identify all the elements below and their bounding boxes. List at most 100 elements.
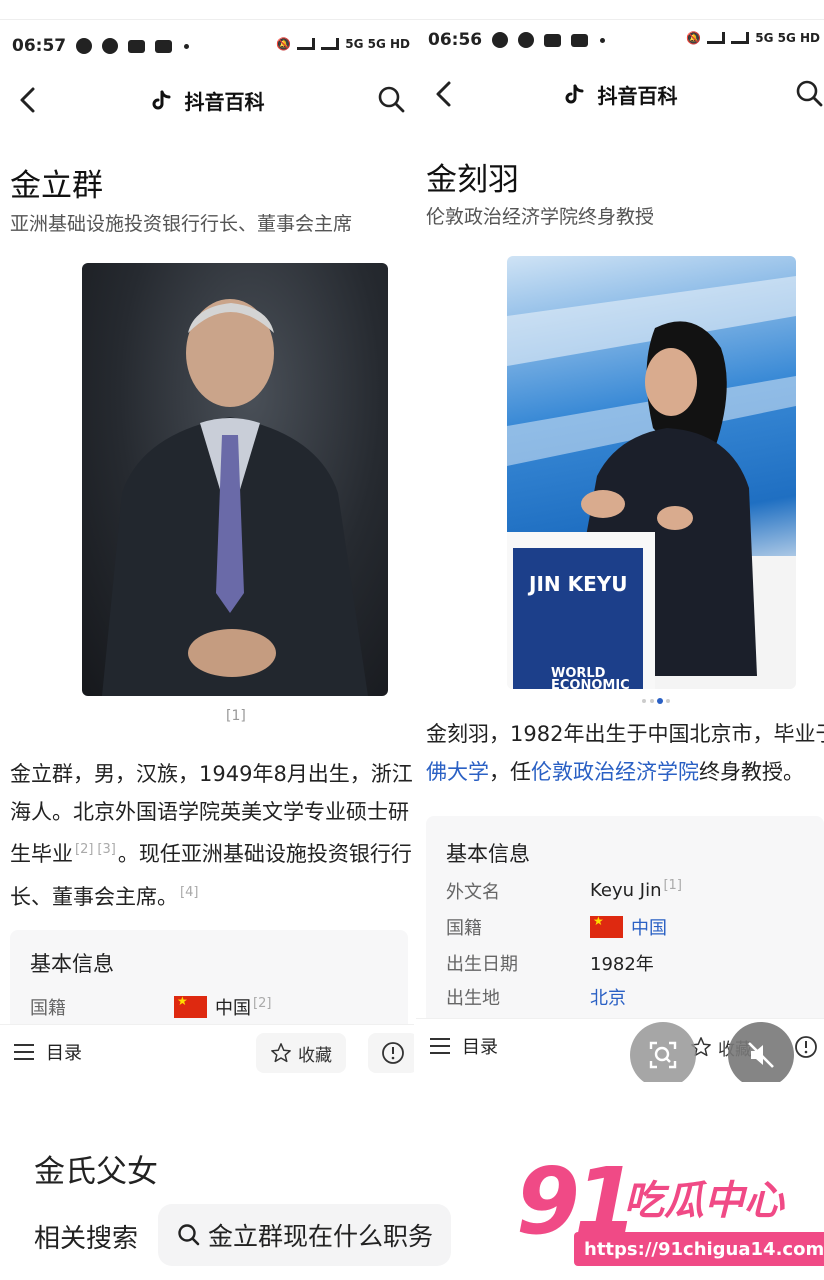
network-label: 5G 5G HD [345,37,410,51]
basic-info-heading: 基本信息 [446,842,530,866]
toc-button[interactable]: 目录 [430,1033,498,1059]
info-value-text: 中国 [215,998,251,1019]
right-screenshot: 06:56 🔕 5G 5G HD 抖音百科 金刻羽 伦敦政治经济学院终身教授 J… [416,20,824,1082]
summary-text: 长、董事会主席。 [10,884,178,909]
mute-icon: 🔕 [276,37,292,51]
link-lse[interactable]: 伦敦政治经济学院 [531,760,699,784]
chat-icon [518,32,535,48]
status-right: 🔕 5G 5G HD [276,37,410,51]
china-flag-icon [174,994,207,1018]
favorite-button[interactable]: 收藏 [256,1033,346,1073]
page-title: 金刻羽 [426,162,519,198]
citation-ref[interactable]: [2] [253,996,271,1011]
info-key: 国籍 [30,998,66,1019]
portrait-photo[interactable]: JIN KEYU WORLD ECONOMIC [507,256,796,689]
page-subtitle: 亚洲基础设施投资银行行长、董事会主席 [10,213,353,235]
citation-ref[interactable]: [4] [180,885,198,900]
left-screenshot: 06:57 🔕 5G 5G HD 抖音百科 金立群 亚洲基础设施投资银行行长、董… [0,20,414,1082]
info-key: 出生日期 [446,954,518,975]
podium-org: WORLD ECONOMIC [551,667,630,689]
portrait-figure [507,276,796,689]
app-icon [155,39,173,53]
search-icon[interactable] [376,84,406,114]
search-icon[interactable] [794,78,824,108]
info-row-nationality: 国籍 中国 [446,914,824,944]
alert-icon [382,1042,404,1064]
info-key: 国籍 [446,918,482,939]
summary-text: 终身教授。 [699,759,804,784]
info-row-birthplace: 出生地 北京 [446,984,824,1014]
visual-search-button[interactable] [630,1022,696,1082]
mail-icon [544,33,562,47]
speaker-muted-icon [748,1042,774,1068]
info-value: 1982年 [590,954,654,975]
brand-label: 抖音百科 [597,84,678,108]
summary-line: 海人。北京外国语学院英美文学专业硕士研 [10,799,409,824]
douyin-logo-icon [565,84,584,104]
mail-icon [128,39,146,53]
info-value: 中国[2] [174,994,271,1020]
alert-icon [795,1036,817,1058]
portrait-figure [102,299,368,696]
page-subtitle: 伦敦政治经济学院终身教授 [426,206,655,228]
china-flag-icon [590,914,623,938]
portrait-photo[interactable] [82,263,388,696]
more-dot-icon [600,37,606,43]
info-row-foreign-name: 外文名 Keyu Jin [1] [446,878,824,908]
bottom-section: 金氏父女 相关搜索 金立群现在什么职务 91 吃瓜中心 https://91ch… [0,1082,824,1280]
status-bar: 06:56 🔕 5G 5G HD [416,20,824,66]
toc-button[interactable]: 目录 [14,1039,82,1065]
info-value-text: Keyu Jin [590,880,662,901]
nav-bar: 抖音百科 [0,72,414,128]
toc-label: 目录 [46,1043,82,1064]
signal-icon [321,38,340,50]
status-time: 06:57 [12,36,67,56]
page-title: 金立群 [10,168,103,204]
summary-text: 。现任亚洲基础设施投资银行行 [117,842,412,866]
info-value-text: 中国 [631,918,667,939]
menu-icon [14,1044,34,1060]
chat-icon [102,38,119,54]
menu-icon [430,1038,450,1054]
info-row-nationality: 国籍 中国[2] [30,994,408,1024]
feedback-button[interactable] [368,1033,414,1073]
topic-title: 金氏父女 [34,1154,158,1190]
mute-button[interactable] [728,1022,794,1082]
brand-title: 抖音百科 [416,80,824,109]
info-key: 外文名 [446,882,500,903]
network-label: 5G 5G HD [755,31,820,45]
info-value[interactable]: 北京 [590,984,626,1010]
signal-icon [297,38,316,50]
signal-icon [731,32,750,44]
photo-reference[interactable]: [1] [226,708,246,724]
notification-icon [492,32,509,48]
citation-ref[interactable]: [1] [663,878,681,893]
favorite-label: 收藏 [298,1045,332,1066]
summary-line: 生毕业 [2] [3]。现任亚洲基础设施投资银行行 [10,831,414,874]
carousel-dots[interactable] [642,698,670,704]
info-value: Keyu Jin [1] [590,878,682,901]
citation-ref[interactable]: [3] [97,842,115,857]
info-row-birth-date: 出生日期 1982年 [446,950,824,980]
toc-label: 目录 [462,1037,498,1058]
basic-info-heading: 基本信息 [30,952,114,976]
summary-line: 佛大学，任伦敦政治经济学院终身教授。 [426,754,824,792]
watermark: 91 吃瓜中心 https://91chigua14.com [516,1148,824,1272]
link-harvard[interactable]: 佛大学 [426,760,489,784]
status-bar: 06:57 🔕 5G 5G HD [0,20,414,72]
app-icon [571,33,589,47]
related-search-text: 金立群现在什么职务 [208,1222,434,1251]
bottom-toolbar: 目录 收藏 [0,1024,414,1082]
info-value[interactable]: 中国 [590,914,667,940]
citation-ref[interactable]: [2] [75,842,93,857]
summary-text: ，任 [489,759,531,784]
watermark-text: 吃瓜中心 [624,1178,784,1224]
basic-info-card: 基本信息 外文名 Keyu Jin[1] 国籍 中国 出生日期 1982年 出生… [426,816,824,1036]
search-icon [178,1224,200,1246]
related-search-chip[interactable]: 金立群现在什么职务 [158,1204,452,1266]
top-strip [0,0,824,20]
brand-label: 抖音百科 [184,90,265,114]
summary-line: 金立群，男，汉族，1949年8月出生，浙江 [10,762,413,786]
related-search-label: 相关搜索 [34,1224,139,1254]
status-right: 🔕 5G 5G HD [686,31,820,45]
